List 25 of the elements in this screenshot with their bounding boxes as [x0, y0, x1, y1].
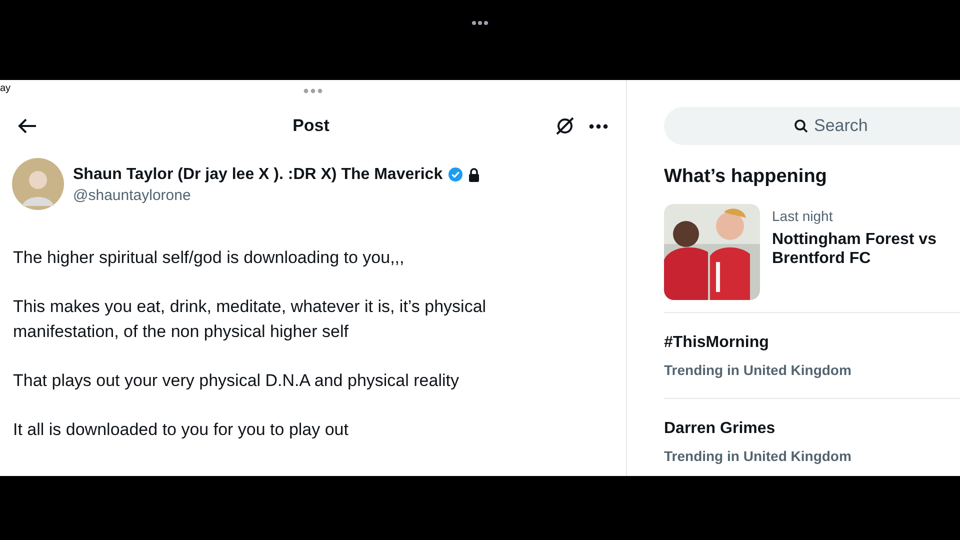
back-arrow-icon[interactable]	[18, 118, 37, 134]
post-paragraph: That plays out your very physical D.N.A and physical reality	[13, 370, 460, 392]
trend-topic: Nottingham Forest vs Brentford FC	[772, 230, 938, 268]
drag-handle-icon[interactable]	[303, 88, 323, 94]
trend-item[interactable]: #ThisMorning Trending in United Kingdom	[664, 312, 960, 398]
post-paragraph: It all is downloaded to you for you to play out	[13, 419, 350, 441]
slashed-circle-icon[interactable]	[555, 116, 575, 136]
search-field[interactable]: Search	[664, 107, 960, 145]
author-name[interactable]: Shaun Taylor (Dr jay lee X ). :DR X) The Maverick	[73, 162, 443, 187]
page-title: Post	[292, 115, 330, 138]
status-text: ay	[0, 84, 11, 94]
trend-topic: Darren Grimes	[664, 418, 776, 438]
post-paragraph: This makes you eat, drink, meditate, whatever it is, it’s physical manifestation, of the non physical higher self	[13, 296, 488, 343]
post-paragraph: The higher spiritual self/god is downloading to you,,,	[13, 247, 406, 269]
section-heading: What’s happening	[664, 165, 828, 189]
trend-context: Last night	[772, 206, 834, 226]
trend-context: Trending in United Kingdom	[664, 446, 852, 466]
trend-context: Trending in United Kingdom	[664, 360, 852, 380]
author-handle[interactable]: @shauntaylorone	[73, 186, 480, 206]
more-icon[interactable]	[589, 124, 608, 128]
trend-item[interactable]: Last night Nottingham Forest vs Brentford FC	[664, 204, 960, 312]
trend-item[interactable]: Darren Grimes Trending in United Kingdom	[664, 398, 960, 476]
more-icon[interactable]	[471, 20, 489, 26]
search-icon	[794, 119, 808, 133]
trend-topic: #ThisMorning	[664, 332, 770, 352]
